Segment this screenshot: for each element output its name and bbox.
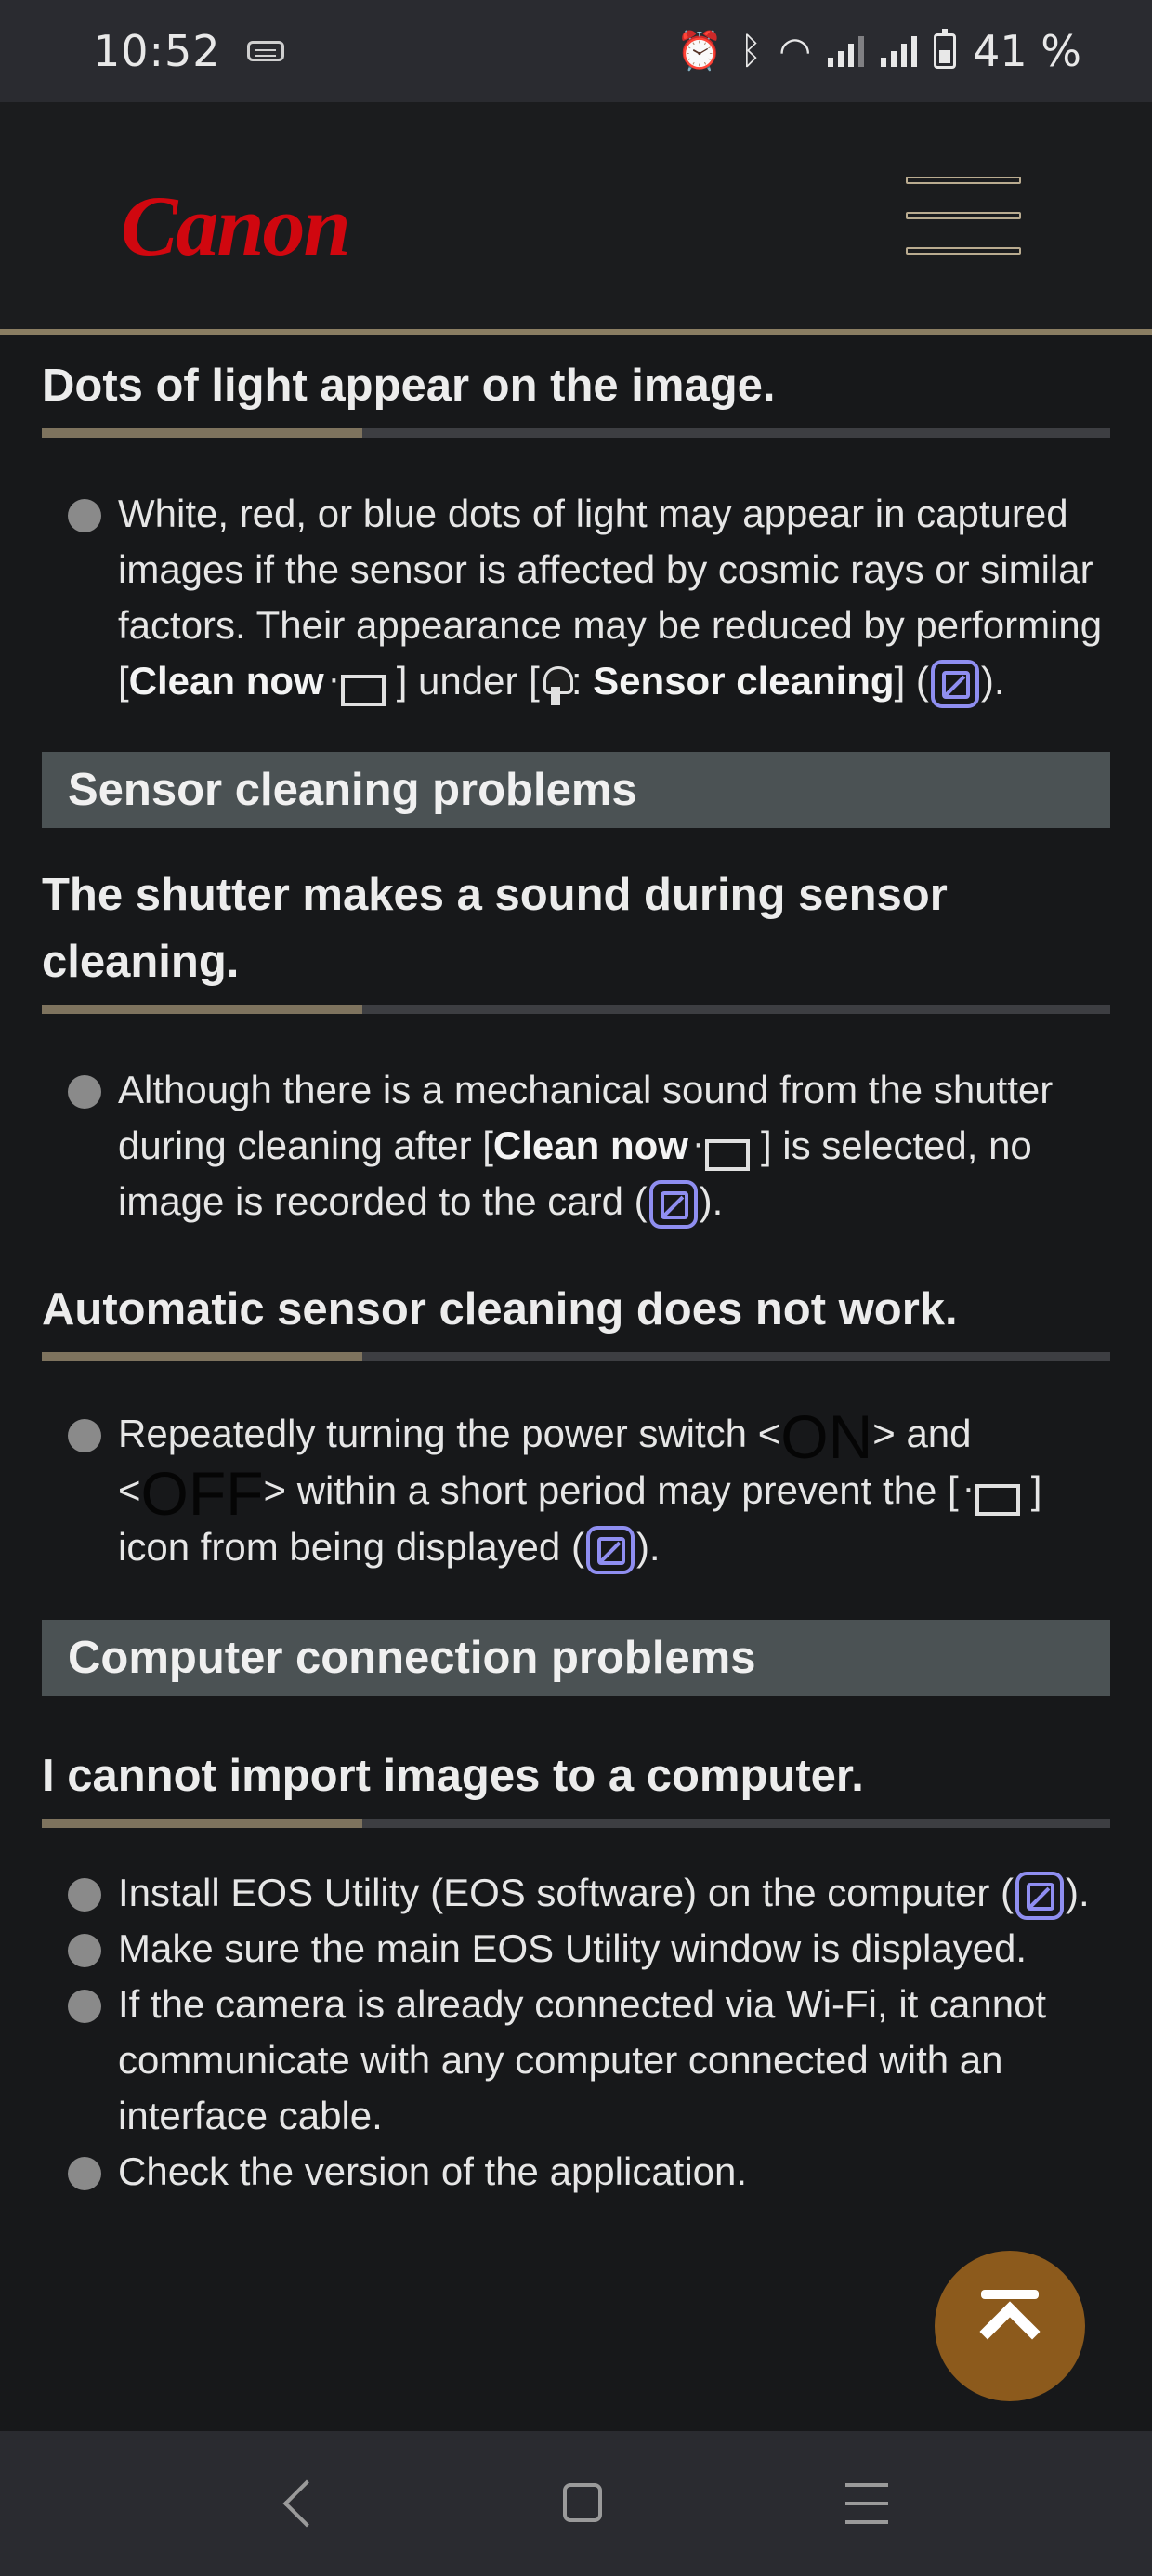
heading-rule — [42, 1818, 1110, 1828]
wifi-icon: ◠ — [779, 30, 812, 72]
import-list: Install EOS Utility (EOS software) on th… — [68, 1865, 1110, 2200]
heading-dots-of-light: Dots of light appear on the image. — [42, 361, 776, 411]
section-sensor-cleaning-problems: Sensor cleaning problems — [42, 752, 1110, 828]
menu-bar — [906, 247, 1021, 255]
sensor-clean-icon — [324, 651, 397, 706]
clean-now-label: Clean now — [128, 659, 324, 703]
status-time: 10:52 — [93, 26, 221, 76]
page-link-icon[interactable] — [585, 1525, 635, 1574]
nav-home-button[interactable] — [563, 2483, 602, 2522]
heading-rule — [42, 1352, 1110, 1361]
heading-rule — [42, 428, 1110, 438]
page-link-icon[interactable] — [648, 1179, 698, 1229]
nav-recents-button[interactable] — [845, 2483, 888, 2524]
status-bar: 10:52 ⏰ ᛒ ◠ 41 % — [0, 0, 1152, 102]
back-to-top-icon — [981, 2290, 1039, 2299]
site-header: Canon — [0, 102, 1152, 335]
list-item: White, red, or blue dots of light may ap… — [68, 486, 1110, 709]
chevron-up-icon — [979, 2301, 1041, 2362]
heading-shutter-sound: The shutter makes a sound during sensor … — [42, 870, 948, 987]
sensor-clean-icon — [959, 1460, 1031, 1516]
list-item: If the camera is already connected via W… — [68, 1977, 1110, 2144]
list-item: Repeatedly turning the power switch <ON>… — [68, 1406, 1110, 1575]
list-item: Check the version of the application. — [68, 2144, 1110, 2200]
heading-auto-cleaning: Automatic sensor cleaning does not work. — [42, 1284, 958, 1334]
back-to-top-button[interactable] — [935, 2251, 1085, 2401]
sensor-cleaning-label: Sensor cleaning — [593, 659, 895, 703]
auto-list: Repeatedly turning the power switch <ON>… — [68, 1406, 1110, 1575]
signal-icon — [828, 35, 865, 67]
list-item: Although there is a mechanical sound fro… — [68, 1062, 1110, 1229]
article-content: Dots of light appear on the image. White… — [42, 340, 1110, 2431]
list-item: Make sure the main EOS Utility window is… — [68, 1921, 1110, 1977]
heading-rule — [42, 1005, 1110, 1014]
section-computer-connection-problems: Computer connection problems — [42, 1619, 1110, 1696]
clean-now-label: Clean now — [492, 1124, 688, 1167]
status-icons: ⏰ ᛒ ◠ 41 % — [676, 26, 1081, 76]
list-item: Install EOS Utility (EOS software) on th… — [68, 1865, 1110, 1921]
page-link-icon[interactable] — [930, 659, 979, 708]
battery-icon — [934, 29, 957, 69]
nav-back-button[interactable] — [279, 2479, 320, 2528]
canon-logo[interactable]: Canon — [121, 177, 351, 275]
menu-bar — [906, 212, 1021, 219]
signal-icon-2 — [881, 35, 918, 67]
menu-bar — [906, 177, 1021, 184]
page-link-icon[interactable] — [1015, 1871, 1064, 1920]
battery-level: 41 % — [973, 26, 1081, 76]
sensor-clean-icon — [688, 1115, 761, 1171]
bluetooth-icon: ᛒ — [740, 30, 763, 72]
alarm-icon: ⏰ — [676, 30, 724, 72]
shutter-list: Although there is a mechanical sound fro… — [68, 1062, 1110, 1229]
heading-cannot-import: I cannot import images to a computer. — [42, 1750, 864, 1801]
power-on-label: ON — [780, 1401, 873, 1471]
dots-list: White, red, or blue dots of light may ap… — [68, 486, 1110, 709]
system-nav-bar — [0, 2431, 1152, 2576]
notification-icon — [246, 41, 284, 61]
menu-button[interactable] — [906, 177, 1021, 260]
setup-wrench-icon — [540, 663, 573, 705]
power-off-label: OFF — [140, 1458, 264, 1528]
